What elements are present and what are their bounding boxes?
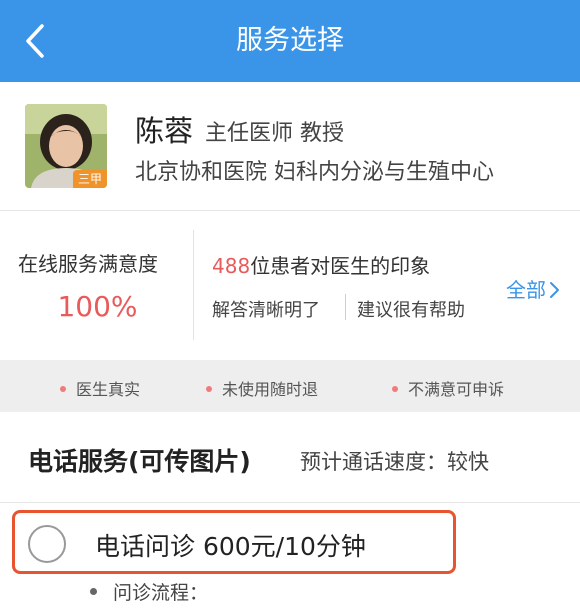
divider xyxy=(0,210,580,211)
call-speed: 预计通话速度：较快 xyxy=(300,450,489,474)
guarantee-item: 不满意可申诉 xyxy=(392,376,504,400)
impression-summary: 488位患者对医生的印象 xyxy=(212,250,430,279)
impression-text: 位患者对医生的印象 xyxy=(250,254,431,278)
process-label: 问诊流程： xyxy=(113,582,209,604)
tag-divider xyxy=(345,294,346,320)
view-all-label: 全部 xyxy=(506,278,546,302)
guarantee-item: 未使用随时退 xyxy=(206,376,318,400)
doctor-title: 主任医师 教授 xyxy=(205,121,344,146)
page-title: 服务选择 xyxy=(236,25,344,56)
vertical-divider xyxy=(193,230,194,340)
guarantee-strip: 医生真实 未使用随时退 不满意可申诉 xyxy=(0,360,580,412)
service-header: 电话服务(可传图片) 预计通话速度：较快 xyxy=(0,412,580,502)
divider xyxy=(0,502,580,503)
doctor-hospital: 北京协和医院 妇科内分泌与生殖中心 xyxy=(135,160,494,185)
guarantee-label: 不满意可申诉 xyxy=(408,380,505,399)
bullet-dot-icon xyxy=(60,385,66,392)
phone-consult-option[interactable]: 电话问诊 600元/10分钟 xyxy=(12,510,456,574)
guarantee-label: 未使用随时退 xyxy=(222,380,319,399)
bullet-dot-icon xyxy=(206,385,212,392)
guarantee-label: 医生真实 xyxy=(76,380,141,399)
impression-tag: 建议很有帮助 xyxy=(357,300,465,321)
satisfaction-label: 在线服务满意度 xyxy=(18,252,158,276)
impression-tag: 解答清晰明了 xyxy=(212,300,320,321)
chevron-right-icon xyxy=(550,281,559,298)
process-item: 问诊流程： xyxy=(90,578,208,605)
service-title: 电话服务(可传图片) xyxy=(28,447,251,476)
bullet-dot-icon xyxy=(392,385,398,392)
impression-count: 488 xyxy=(212,254,251,278)
doctor-card[interactable]: 三甲 陈蓉 主任医师 教授 北京协和医院 妇科内分泌与生殖中心 xyxy=(0,82,580,210)
doctor-name: 陈蓉 xyxy=(135,114,194,148)
bullet-dot-icon xyxy=(90,588,97,595)
stats-section: 在线服务满意度 100% 488位患者对医生的印象 解答清晰明了 建议很有帮助 … xyxy=(0,212,580,358)
view-all-link[interactable]: 全部 xyxy=(506,274,560,303)
radio-button[interactable] xyxy=(28,525,66,563)
avatar: 三甲 xyxy=(25,104,107,188)
satisfaction-value: 100% xyxy=(57,290,138,323)
hospital-grade-badge: 三甲 xyxy=(72,170,107,188)
guarantee-item: 医生真实 xyxy=(60,376,140,400)
navbar: 服务选择 xyxy=(0,0,580,82)
option-label: 电话问诊 600元/10分钟 xyxy=(95,532,366,561)
